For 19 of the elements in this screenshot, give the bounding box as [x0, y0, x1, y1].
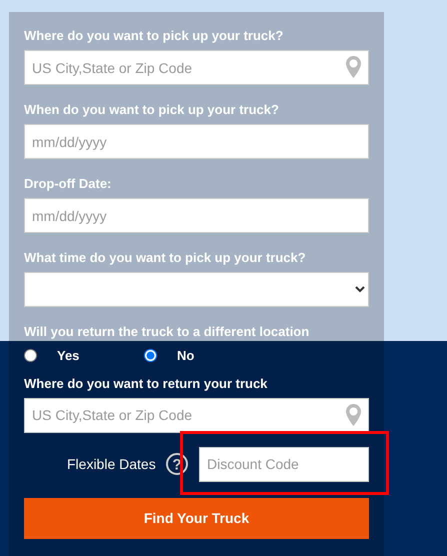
field-label: Drop-off Date: — [24, 176, 112, 192]
location-field[interactable]: US City,State or Zip Code — [24, 50, 369, 85]
radio-label: No — [177, 347, 194, 365]
location-field[interactable]: US City,State or Zip Code — [24, 398, 369, 432]
date-field[interactable]: mm/dd/yyyy — [24, 198, 369, 233]
radio-label: Yes — [57, 347, 80, 365]
radio-button[interactable] — [24, 349, 37, 362]
field-label: When do you want to pick up your truck? — [24, 102, 280, 118]
date-field[interactable]: mm/dd/yyyy — [24, 124, 369, 159]
field-label: Where do you want to return your truck — [24, 376, 268, 392]
map-pin-icon — [346, 56, 361, 78]
field-label: Where do you want to pick up your truck? — [24, 28, 284, 44]
discount-code-field[interactable]: Discount Code — [199, 446, 369, 482]
field-label: Will you return the truck to a different location — [24, 324, 310, 340]
flexible-dates-label: Flexible Dates — [67, 454, 156, 474]
field-label: What time do you want to pick up your truck? — [24, 250, 307, 266]
radio-button[interactable] — [144, 349, 157, 362]
map-pin-icon — [346, 404, 361, 426]
find-truck-button[interactable]: Find Your Truck — [24, 498, 369, 538]
